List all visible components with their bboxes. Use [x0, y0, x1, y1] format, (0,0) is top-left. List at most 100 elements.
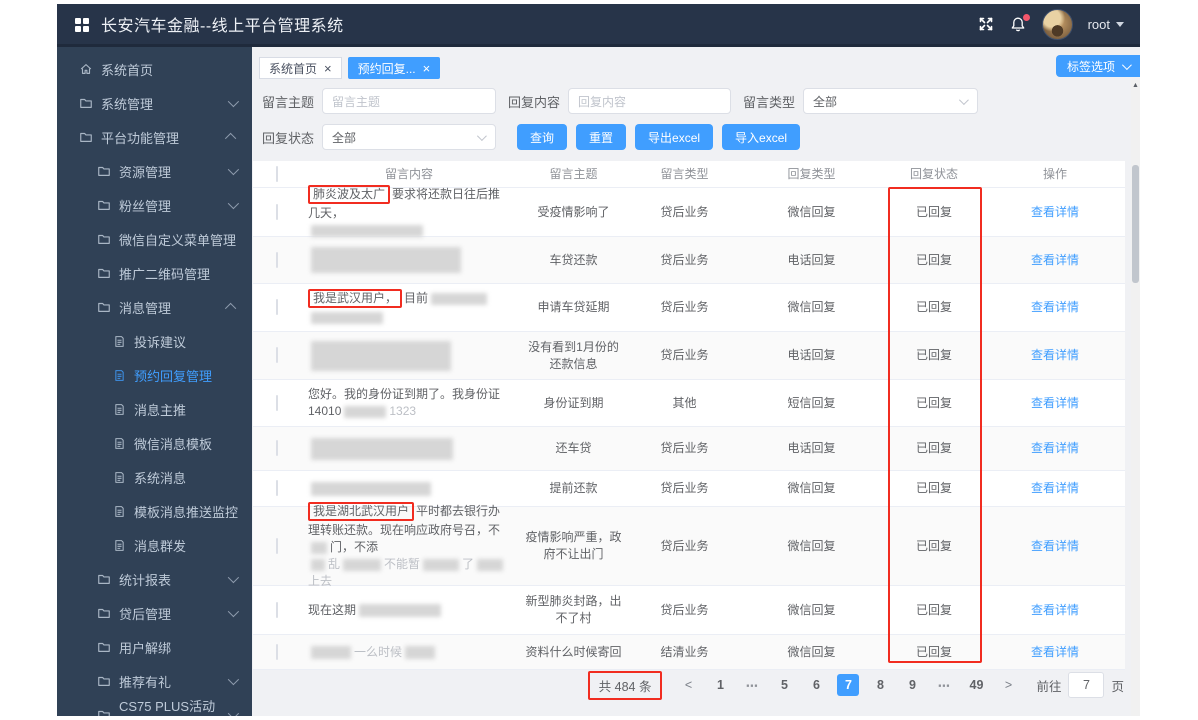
message-subject-cell: 疫情影响严重，政府不让出门	[525, 530, 622, 561]
sidebar-item-label: 推荐有礼	[119, 674, 172, 690]
import-excel-button[interactable]: 导入excel	[722, 124, 801, 150]
reply-status-cell: 已回复	[915, 252, 952, 267]
reply-status-select[interactable]: 全部	[322, 124, 496, 150]
search-button[interactable]: 查询	[517, 124, 568, 150]
view-details-link[interactable]: 查看详情	[1031, 481, 1079, 495]
sidebar-item-粉丝管理[interactable]: 粉丝管理	[57, 188, 252, 222]
sidebar-item-推广二维码管理[interactable]: 推广二维码管理	[57, 256, 252, 290]
sidebar-item-消息管理[interactable]: 消息管理	[57, 290, 252, 324]
notification-bell-icon[interactable]	[1010, 13, 1030, 33]
censored-blur	[423, 558, 460, 571]
scrollbar-up-arrow[interactable]: ▲	[1131, 82, 1140, 90]
export-excel-button[interactable]: 导出excel	[635, 124, 714, 150]
reply-status-cell: 已回复	[915, 538, 952, 553]
row-checkbox[interactable]	[275, 203, 278, 220]
view-details-link[interactable]: 查看详情	[1031, 253, 1079, 267]
row-checkbox[interactable]	[275, 537, 278, 554]
sidebar-item-资源管理[interactable]: 资源管理	[57, 154, 252, 188]
row-checkbox[interactable]	[275, 601, 278, 618]
row-checkbox[interactable]	[275, 643, 278, 660]
view-details-link[interactable]: 查看详情	[1031, 396, 1079, 410]
reset-button[interactable]: 重置	[576, 124, 627, 150]
scrollbar-thumb[interactable]	[1132, 165, 1139, 283]
chevron-down-icon	[1116, 21, 1124, 27]
view-details-link[interactable]: 查看详情	[1031, 205, 1079, 219]
sidebar-item-label: 微信自定义菜单管理	[119, 232, 237, 248]
sidebar-item-用户解绑[interactable]: 用户解绑	[57, 630, 252, 664]
view-details-link[interactable]: 查看详情	[1031, 539, 1079, 553]
censored-blur	[311, 481, 431, 496]
row-checkbox[interactable]	[275, 440, 278, 456]
sidebar-item-微信自定义菜单管理[interactable]: 微信自定义菜单管理	[57, 222, 252, 256]
user-avatar[interactable]	[1041, 8, 1073, 40]
sidebar-item-平台功能管理[interactable]: 平台功能管理	[57, 120, 252, 154]
column-header-留言类型: 留言类型	[660, 166, 709, 181]
page-button-49[interactable]: 49	[965, 674, 987, 696]
row-checkbox[interactable]	[275, 299, 278, 315]
pagination: 共 484 条 <1 ⋯ 5 6 7 8 9 ⋯ 49 > 前往 7 页	[587, 670, 1124, 700]
sidebar-item-系统管理[interactable]: 系统管理	[57, 86, 252, 120]
page-button-5[interactable]: 5	[773, 674, 795, 696]
page-ellipsis[interactable]: ⋯	[933, 674, 955, 696]
message-subject-input[interactable]: 留言主题	[322, 88, 496, 114]
view-details-link[interactable]: 查看详情	[1031, 645, 1079, 659]
tab-预约回复...[interactable]: 预约回复... ×	[347, 57, 441, 79]
tab-系统首页[interactable]: 系统首页 ×	[259, 57, 342, 79]
view-details-link[interactable]: 查看详情	[1031, 441, 1079, 455]
sidebar-item-CS75 PLUS活动统计[interactable]: CS75 PLUS活动统计	[57, 698, 252, 716]
chevron-down-icon	[227, 571, 240, 584]
goto-label: 前往	[1036, 679, 1062, 694]
sidebar-item-系统首页[interactable]: 系统首页	[57, 52, 252, 86]
annotation-red-box: 我是湖北武汉用户	[308, 502, 415, 521]
sidebar-item-贷后管理[interactable]: 贷后管理	[57, 596, 252, 630]
sidebar-item-消息群发[interactable]: 消息群发	[57, 528, 252, 562]
view-details-link[interactable]: 查看详情	[1031, 603, 1079, 617]
sidebar-item-label: 贷后管理	[119, 606, 172, 622]
sidebar-item-预约回复管理[interactable]: 预约回复管理	[57, 358, 252, 392]
message-subject-cell: 申请车贷延期	[537, 300, 610, 314]
app-window: 长安汽车金融--线上平台管理系统 root 系统首页 系统管理 平台功能管理 资…	[57, 4, 1140, 716]
row-checkbox[interactable]	[275, 347, 278, 363]
row-checkbox-cell	[253, 537, 300, 555]
row-checkbox[interactable]	[275, 251, 278, 268]
sidebar-item-消息主推[interactable]: 消息主推	[57, 392, 252, 426]
column-header-留言内容: 留言内容	[384, 166, 433, 181]
tab-close-icon[interactable]: ×	[324, 62, 332, 75]
folder-icon	[97, 674, 111, 688]
row-checkbox[interactable]	[275, 480, 278, 496]
page-ellipsis[interactable]: ⋯	[741, 674, 763, 696]
reply-status-cell: 已回复	[915, 602, 952, 617]
select-all-checkbox[interactable]	[275, 165, 278, 182]
content-text-faint: 上去	[308, 574, 333, 588]
page-button-8[interactable]: 8	[869, 674, 891, 696]
page-button-6[interactable]: 6	[805, 674, 827, 696]
sidebar-item-label: 模板消息推送监控	[134, 504, 239, 520]
page-unit-label: 页	[1111, 679, 1124, 694]
row-checkbox[interactable]	[275, 394, 278, 411]
reply-content-input[interactable]: 回复内容	[568, 88, 731, 114]
chevron-down-icon	[227, 707, 240, 716]
folder-icon	[79, 130, 93, 144]
sidebar-item-统计报表[interactable]: 统计报表	[57, 562, 252, 596]
message-subject-cell: 身份证到期	[543, 395, 604, 410]
tab-close-icon[interactable]: ×	[423, 62, 431, 75]
view-details-link[interactable]: 查看详情	[1031, 300, 1079, 314]
collapse-menu-icon[interactable]	[75, 17, 89, 32]
sidebar-item-投诉建议[interactable]: 投诉建议	[57, 324, 252, 358]
user-menu[interactable]: root	[1088, 17, 1124, 32]
sidebar-item-系统消息[interactable]: 系统消息	[57, 460, 252, 494]
tag-options-button[interactable]: 标签选项	[1055, 55, 1140, 77]
message-type-select[interactable]: 全部	[803, 88, 978, 114]
next-page-button[interactable]: >	[997, 674, 1019, 696]
sidebar-item-模板消息推送监控[interactable]: 模板消息推送监控	[57, 494, 252, 528]
page-button-7[interactable]: 7	[837, 674, 860, 696]
page-button-9[interactable]: 9	[901, 674, 923, 696]
sidebar-item-微信消息模板[interactable]: 微信消息模板	[57, 426, 252, 460]
prev-page-button[interactable]: <	[677, 674, 699, 696]
sidebar-item-推荐有礼[interactable]: 推荐有礼	[57, 664, 252, 698]
goto-page-input[interactable]: 7	[1068, 672, 1105, 698]
fullscreen-icon[interactable]	[978, 16, 995, 33]
view-details-link[interactable]: 查看详情	[1031, 348, 1079, 362]
page-button-1[interactable]: 1	[709, 674, 731, 696]
censored-blur	[311, 224, 423, 237]
